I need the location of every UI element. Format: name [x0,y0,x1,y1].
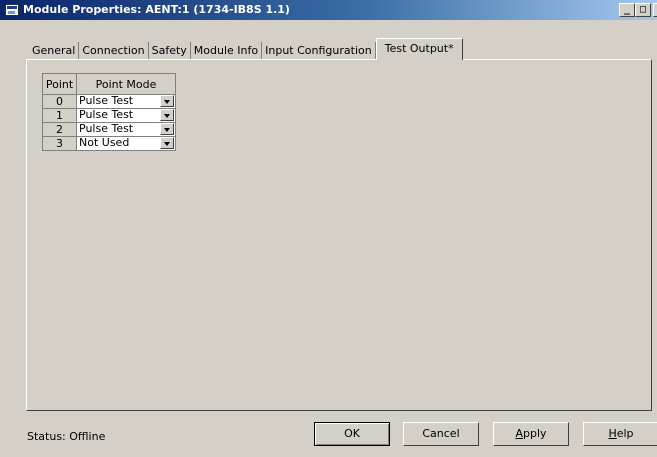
point-number: 1 [42,108,77,123]
tab-strip: General Connection Safety Module Info In… [29,38,463,60]
ok-button[interactable]: OK [314,422,390,446]
help-label-rest: elp [616,427,634,440]
test-output-grid: Point Point Mode 0 Pulse Test 1 Pulse Te… [42,73,176,151]
tab-general[interactable]: General [29,42,80,60]
maximize-button[interactable]: □ [635,3,651,17]
apply-button[interactable]: Apply [493,422,569,446]
point-number: 3 [42,136,77,151]
tab-safety[interactable]: Safety [149,42,191,60]
dropdown-arrow-icon[interactable] [160,109,174,121]
header-point: Point [42,73,77,95]
grid-header-row: Point Point Mode [42,73,176,95]
status-line: Status: Offline [27,430,105,443]
dropdown-arrow-icon[interactable] [160,95,174,107]
module-properties-window: Module Properties: AENT:1 (1734-IB8S 1.1… [0,0,657,457]
minimize-button[interactable]: _ [619,3,635,17]
tab-test-output[interactable]: Test Output* [375,38,463,60]
table-row: 3 Not Used [42,136,176,151]
tab-module-info[interactable]: Module Info [191,42,263,60]
status-value: Offline [69,430,106,443]
point-mode-select[interactable]: Not Used [76,136,176,151]
table-row: 0 Pulse Test [42,94,176,109]
point-mode-value: Pulse Test [79,94,134,107]
header-point-mode: Point Mode [76,73,176,95]
help-accelerator: H [608,427,617,440]
module-icon [5,4,19,16]
status-label: Status: [27,430,66,443]
point-number: 0 [42,94,77,109]
window-title: Module Properties: AENT:1 (1734-IB8S 1.1… [23,3,290,16]
apply-accelerator: A [515,427,523,440]
help-button[interactable]: Help [583,422,657,446]
tab-connection[interactable]: Connection [79,42,149,60]
apply-label-rest: pply [523,427,547,440]
title-bar[interactable]: Module Properties: AENT:1 (1734-IB8S 1.1… [0,0,657,20]
point-number: 2 [42,122,77,137]
table-row: 1 Pulse Test [42,108,176,123]
point-mode-select[interactable]: Pulse Test [76,108,176,123]
point-mode-value: Pulse Test [79,122,134,135]
cancel-button[interactable]: Cancel [403,422,479,446]
dropdown-arrow-icon[interactable] [160,137,174,149]
table-row: 2 Pulse Test [42,122,176,137]
tab-input-configuration[interactable]: Input Configuration [262,42,376,60]
point-mode-value: Pulse Test [79,108,134,121]
dropdown-arrow-icon[interactable] [160,123,174,135]
point-mode-select[interactable]: Pulse Test [76,122,176,137]
close-button[interactable]: x [653,3,657,17]
point-mode-value: Not Used [79,136,130,149]
point-mode-select[interactable]: Pulse Test [76,94,176,109]
